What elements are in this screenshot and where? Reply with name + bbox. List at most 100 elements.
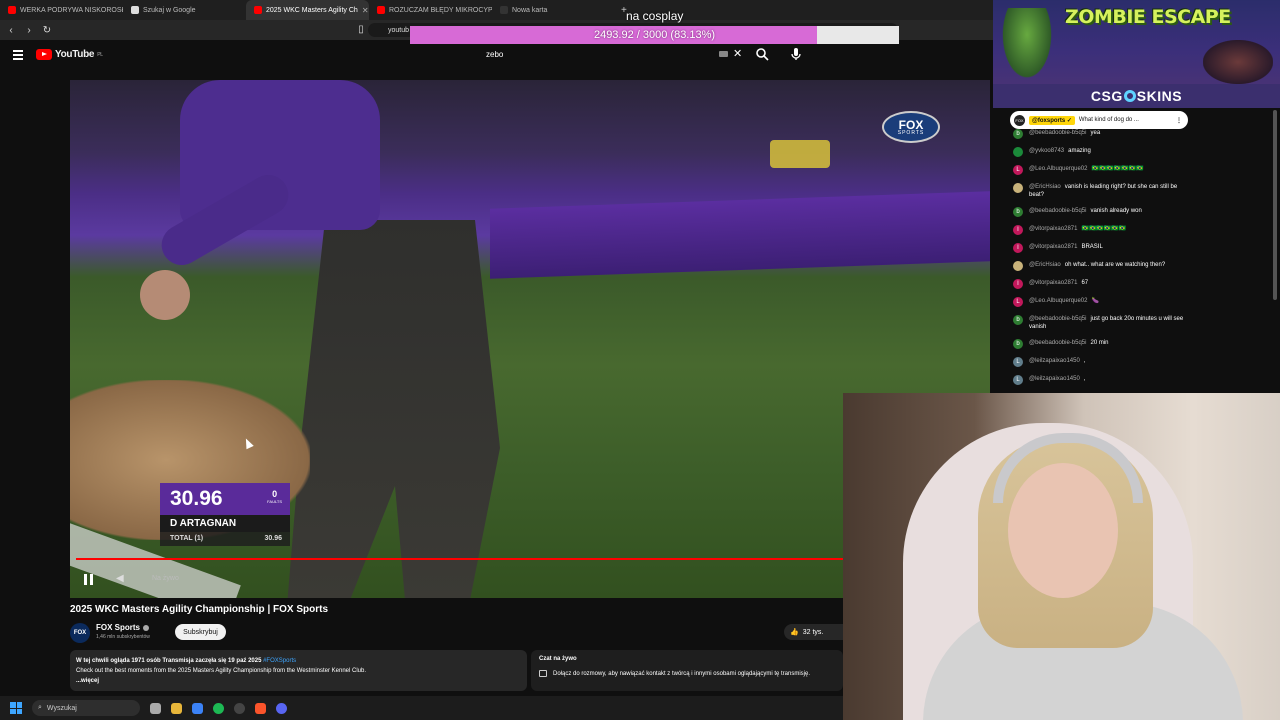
pause-icon[interactable] <box>84 572 96 585</box>
chat-text: 67 <box>1081 280 1089 286</box>
chat-author[interactable]: @beebadoobie-b5q5i <box>1029 316 1086 322</box>
chat-avatar[interactable]: L <box>1013 297 1023 307</box>
chat-avatar[interactable]: I <box>1013 225 1023 235</box>
spotify-icon[interactable] <box>213 702 224 714</box>
store-icon[interactable] <box>192 702 203 714</box>
chat-message: @EricHsiao oh what.. what are we watching… <box>1013 261 1193 271</box>
chat-message: I @vitorpaixao2871 67 <box>1013 279 1193 289</box>
chat-scrollbar[interactable] <box>1273 110 1277 300</box>
task-view-icon[interactable] <box>150 702 161 714</box>
chat-avatar[interactable] <box>1013 261 1023 271</box>
chat-author[interactable]: @EricHsiao <box>1029 184 1061 190</box>
chat-author[interactable]: @EricHsiao <box>1029 262 1061 268</box>
chat-author[interactable]: @leilzapaixao1450 <box>1029 376 1080 382</box>
faults-display: 0 FAULTS <box>267 489 282 505</box>
thumbs-up-icon: 👍 <box>790 629 799 636</box>
live-chat-text: Dołącz do rozmowy, aby nawiązać kontakt … <box>553 670 810 677</box>
chat-author[interactable]: @Leo.Albuquerque02 <box>1029 298 1087 304</box>
pinned-avatar: FOX <box>1014 114 1025 126</box>
tab-label: Szukaj w Google <box>143 6 196 14</box>
live-indicator[interactable]: Na żywo <box>152 575 179 582</box>
chat-author[interactable]: @beebadoobie-b5q5i <box>1029 340 1086 346</box>
browser-tab[interactable]: WERKA PODRYWA NISKOROSŁYCH <box>0 0 123 20</box>
pinned-message[interactable]: FOX @foxsports ✓ What kind of dog do ...… <box>1010 111 1188 129</box>
like-count: 32 tys. <box>802 628 824 636</box>
chat-message: @EricHsiao vanish is leading right? but s… <box>1013 183 1193 199</box>
score-total-row: TOTAL (1) 30.96 <box>160 532 290 546</box>
chat-avatar[interactable]: b <box>1013 129 1023 139</box>
youtube-logo[interactable]: YouTube PL <box>36 49 103 60</box>
chat-message: b @beebadoobie-b5q5i 20 min <box>1013 339 1193 349</box>
browser-tab[interactable]: Szukaj w Google <box>123 0 246 20</box>
tab-label: ROZUCZAM BŁĘDY MIKROCYPKAI * <box>389 6 492 14</box>
chat-message: @yvkoo8743 amazing <box>1013 147 1193 157</box>
fox-logo-text: FOX <box>898 117 924 132</box>
chat-avatar[interactable] <box>1013 183 1023 193</box>
chat-avatar[interactable]: b <box>1013 207 1023 217</box>
back-icon[interactable]: ‹ <box>4 25 18 36</box>
desc-more-link[interactable]: ...więcej <box>76 676 521 686</box>
chat-avatar[interactable]: L <box>1013 357 1023 367</box>
reload-icon[interactable]: ↻ <box>40 25 54 36</box>
stream-banner-title: ZOMBIE ESCAPE <box>1065 6 1231 28</box>
chat-message-body: @leilzapaixao1450, <box>1029 375 1085 385</box>
search-input[interactable]: zebo ✕ <box>478 45 746 64</box>
discord-icon[interactable] <box>276 702 287 714</box>
bookmark-icon[interactable]: ▯ <box>354 24 368 35</box>
chat-author[interactable]: @leilzapaixao1450 <box>1029 358 1080 364</box>
like-button[interactable]: 👍 32 tys. <box>784 624 844 640</box>
channel-name-text: FOX Sports <box>96 623 141 632</box>
channel-name[interactable]: FOX Sports <box>96 623 150 632</box>
keyboard-icon[interactable] <box>719 51 728 57</box>
subscribe-button[interactable]: Subskrybuj <box>175 624 226 640</box>
microphone-icon[interactable] <box>789 47 803 61</box>
browser-tab[interactable]: 2025 WKC Masters Agility Ch ✕ <box>246 0 369 20</box>
chat-author[interactable]: @Leo.Albuquerque02 <box>1029 166 1087 172</box>
chat-avatar[interactable]: L <box>1013 375 1023 385</box>
chat-avatar[interactable]: b <box>1013 315 1023 325</box>
more-options-icon[interactable]: ⋮ <box>1176 117 1182 124</box>
chrome-icon[interactable] <box>234 702 245 714</box>
forward-icon[interactable]: › <box>22 25 36 36</box>
browser-tab[interactable]: Nowa karta <box>492 0 615 20</box>
chat-author[interactable]: @beebadoobie-b5q5i <box>1029 130 1086 136</box>
tab-favicon-icon <box>254 6 262 14</box>
channel-avatar[interactable]: FOX <box>70 623 90 643</box>
taskbar-search-label: Wyszukaj <box>46 704 77 712</box>
chat-author[interactable]: @beebadoobie-b5q5i <box>1029 208 1086 214</box>
browser-tab[interactable]: ROZUCZAM BŁĘDY MIKROCYPKAI * <box>369 0 492 20</box>
chat-message-body: @vitorpaixao2871 🇧🇷🇧🇷🇧🇷🇧🇷🇧🇷🇧🇷 <box>1029 225 1126 235</box>
chat-text: , <box>1083 376 1086 382</box>
brave-icon[interactable] <box>255 702 266 714</box>
volume-icon[interactable]: ◀ <box>116 573 124 584</box>
menu-icon[interactable] <box>13 50 23 62</box>
tab-label: WERKA PODRYWA NISKOROSŁYCH <box>20 6 123 14</box>
close-tab-icon[interactable]: ✕ <box>362 6 369 15</box>
live-chat-teaser[interactable]: Czat na żywo Dołącz do rozmowy, aby nawi… <box>531 650 843 691</box>
chat-message: b @beebadoobie-b5q5i yea <box>1013 129 1193 139</box>
chat-avatar[interactable]: I <box>1013 279 1023 289</box>
video-scene-object <box>770 140 830 168</box>
chat-author[interactable]: @vitorpaixao2871 <box>1029 244 1077 250</box>
chat-author[interactable]: @yvkoo8743 <box>1029 148 1064 154</box>
chat-avatar[interactable]: b <box>1013 339 1023 349</box>
subscriber-count: 1,46 mln subskrybentów <box>96 634 150 640</box>
chat-avatar[interactable]: I <box>1013 243 1023 253</box>
fox-sports-logo: FOX SPORTS <box>882 111 940 143</box>
chat-message: L @Leo.Albuquerque02 🇧🇷🇧🇷🇧🇷🇧🇷🇧🇷🇧🇷🇧🇷 <box>1013 165 1193 175</box>
clear-search-icon[interactable]: ✕ <box>733 47 742 60</box>
chat-author[interactable]: @vitorpaixao2871 <box>1029 226 1077 232</box>
tab-favicon-icon <box>131 6 139 14</box>
chat-avatar[interactable] <box>1013 147 1023 157</box>
sponsor-logo: CSG SKINS <box>993 84 1280 108</box>
chat-author[interactable]: @vitorpaixao2871 <box>1029 280 1077 286</box>
tab-favicon-icon <box>500 6 508 14</box>
desc-hashtag[interactable]: #FOXSports <box>263 658 296 664</box>
url-text: youtub <box>388 26 410 34</box>
taskbar-search[interactable]: ⌕ Wyszukaj <box>32 700 140 716</box>
windows-start-icon[interactable] <box>10 702 22 714</box>
description-box[interactable]: W tej chwili ogląda 1971 osób Transmisja… <box>70 650 527 691</box>
chat-avatar[interactable]: L <box>1013 165 1023 175</box>
search-icon[interactable] <box>755 47 769 61</box>
file-explorer-icon[interactable] <box>171 702 182 714</box>
